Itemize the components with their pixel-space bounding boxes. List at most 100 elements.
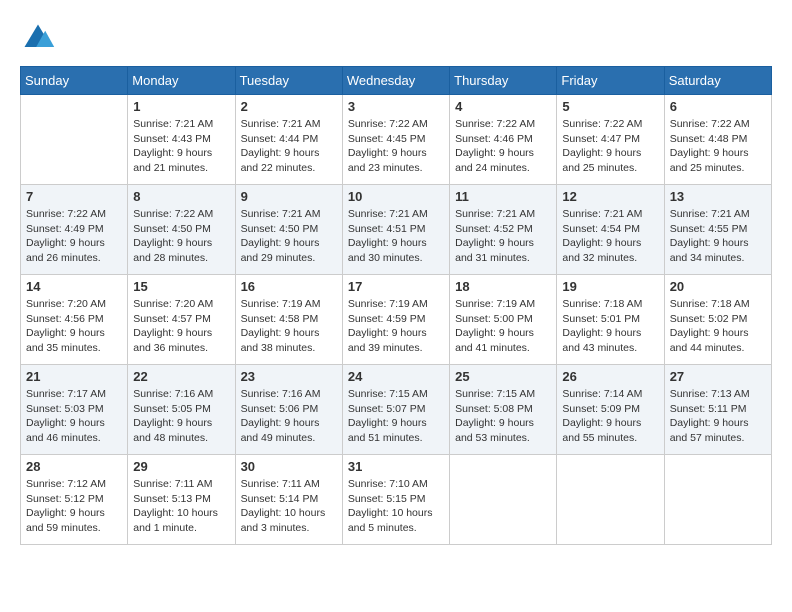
calendar-cell: 9Sunrise: 7:21 AMSunset: 4:50 PMDaylight… [235,185,342,275]
calendar-header-thursday: Thursday [450,67,557,95]
day-info: Sunrise: 7:22 AMSunset: 4:49 PMDaylight:… [26,207,122,266]
calendar-cell [557,455,664,545]
logo [20,20,62,56]
day-info: Sunrise: 7:15 AMSunset: 5:07 PMDaylight:… [348,387,444,446]
calendar-cell: 23 Sunrise: 7:16 AMSunset: 5:06 PMDayligh… [235,365,342,455]
day-number: 11 [455,189,551,204]
day-number: 31 [348,459,444,474]
calendar-cell: 25 Sunrise: 7:15 AMSunset: 5:08 PMDayligh… [450,365,557,455]
day-number: 8 [133,189,229,204]
day-info: Sunrise: 7:16 AMSunset: 5:06 PMDaylight:… [241,387,337,446]
calendar-header-row: SundayMondayTuesdayWednesdayThursdayFrid… [21,67,772,95]
calendar-cell: 7 Sunrise: 7:22 AMSunset: 4:49 PMDaylight… [21,185,128,275]
calendar-cell: 24 Sunrise: 7:15 AMSunset: 5:07 PMDayligh… [342,365,449,455]
calendar-cell: 20 Sunrise: 7:18 AMSunset: 5:02 PMDayligh… [664,275,771,365]
calendar-cell: 18 Sunrise: 7:19 AMSunset: 5:00 PMDayligh… [450,275,557,365]
day-number: 6 [670,99,766,114]
page-header [20,20,772,56]
day-number: 5 [562,99,658,114]
logo-icon [20,20,56,56]
day-info: Sunrise: 7:21 AMSunset: 4:54 PMDaylight:… [562,207,658,266]
day-number: 29 [133,459,229,474]
calendar-cell: 28 Sunrise: 7:12 AMSunset: 5:12 PMDayligh… [21,455,128,545]
calendar-cell: 12 Sunrise: 7:21 AMSunset: 4:54 PMDayligh… [557,185,664,275]
calendar-cell: 14Sunrise: 7:20 AMSunset: 4:56 PMDayligh… [21,275,128,365]
day-info: Sunrise: 7:19 AMSunset: 4:59 PMDaylight:… [348,297,444,356]
day-number: 15 [133,279,229,294]
day-number: 3 [348,99,444,114]
calendar-table: SundayMondayTuesdayWednesdayThursdayFrid… [20,66,772,545]
day-info: Sunrise: 7:16 AMSunset: 5:05 PMDaylight:… [133,387,229,446]
day-number: 26 [562,369,658,384]
day-info: Sunrise: 7:22 AMSunset: 4:45 PMDaylight:… [348,117,444,176]
calendar-header-tuesday: Tuesday [235,67,342,95]
calendar-cell: 5Sunrise: 7:22 AMSunset: 4:47 PMDaylight… [557,95,664,185]
day-number: 16 [241,279,337,294]
day-number: 10 [348,189,444,204]
calendar-cell: 26 Sunrise: 7:14 AMSunset: 5:09 PMDayligh… [557,365,664,455]
day-number: 1 [133,99,229,114]
calendar-cell: 2Sunrise: 7:21 AMSunset: 4:44 PMDaylight… [235,95,342,185]
day-number: 24 [348,369,444,384]
calendar-week-row: 28 Sunrise: 7:12 AMSunset: 5:12 PMDayligh… [21,455,772,545]
calendar-cell: 16 Sunrise: 7:19 AMSunset: 4:58 PMDayligh… [235,275,342,365]
day-info: Sunrise: 7:22 AMSunset: 4:48 PMDaylight:… [670,117,766,176]
day-info: Sunrise: 7:21 AMSunset: 4:52 PMDaylight:… [455,207,551,266]
calendar-header-saturday: Saturday [664,67,771,95]
day-info: Sunrise: 7:14 AMSunset: 5:09 PMDaylight:… [562,387,658,446]
day-info: Sunrise: 7:13 AMSunset: 5:11 PMDaylight:… [670,387,766,446]
day-number: 18 [455,279,551,294]
calendar-cell: 6 Sunrise: 7:22 AMSunset: 4:48 PMDaylight… [664,95,771,185]
day-info: Sunrise: 7:21 AMSunset: 4:55 PMDaylight:… [670,207,766,266]
day-number: 23 [241,369,337,384]
day-number: 25 [455,369,551,384]
calendar-cell [21,95,128,185]
day-info: Sunrise: 7:21 AMSunset: 4:50 PMDaylight:… [241,207,337,266]
day-info: Sunrise: 7:10 AMSunset: 5:15 PMDaylight:… [348,477,444,536]
day-number: 21 [26,369,122,384]
calendar-cell: 21Sunrise: 7:17 AMSunset: 5:03 PMDayligh… [21,365,128,455]
calendar-cell: 13 Sunrise: 7:21 AMSunset: 4:55 PMDayligh… [664,185,771,275]
calendar-header-monday: Monday [128,67,235,95]
day-number: 13 [670,189,766,204]
day-info: Sunrise: 7:20 AMSunset: 4:56 PMDaylight:… [26,297,122,356]
day-info: Sunrise: 7:12 AMSunset: 5:12 PMDaylight:… [26,477,122,536]
day-info: Sunrise: 7:18 AMSunset: 5:01 PMDaylight:… [562,297,658,356]
day-info: Sunrise: 7:21 AMSunset: 4:43 PMDaylight:… [133,117,229,176]
day-number: 30 [241,459,337,474]
calendar-cell: 1 Sunrise: 7:21 AMSunset: 4:43 PMDaylight… [128,95,235,185]
day-info: Sunrise: 7:19 AMSunset: 5:00 PMDaylight:… [455,297,551,356]
day-number: 12 [562,189,658,204]
day-info: Sunrise: 7:19 AMSunset: 4:58 PMDaylight:… [241,297,337,356]
calendar-header-friday: Friday [557,67,664,95]
calendar-week-row: 7 Sunrise: 7:22 AMSunset: 4:49 PMDaylight… [21,185,772,275]
day-info: Sunrise: 7:21 AMSunset: 4:51 PMDaylight:… [348,207,444,266]
calendar-cell [450,455,557,545]
calendar-cell: 10 Sunrise: 7:21 AMSunset: 4:51 PMDayligh… [342,185,449,275]
calendar-cell: 8Sunrise: 7:22 AMSunset: 4:50 PMDaylight… [128,185,235,275]
calendar-week-row: 21Sunrise: 7:17 AMSunset: 5:03 PMDayligh… [21,365,772,455]
day-info: Sunrise: 7:11 AMSunset: 5:14 PMDaylight:… [241,477,337,536]
calendar-cell: 3 Sunrise: 7:22 AMSunset: 4:45 PMDaylight… [342,95,449,185]
calendar-cell [664,455,771,545]
calendar-cell: 4 Sunrise: 7:22 AMSunset: 4:46 PMDaylight… [450,95,557,185]
day-info: Sunrise: 7:21 AMSunset: 4:44 PMDaylight:… [241,117,337,176]
calendar-cell: 11 Sunrise: 7:21 AMSunset: 4:52 PMDayligh… [450,185,557,275]
calendar-cell: 17 Sunrise: 7:19 AMSunset: 4:59 PMDayligh… [342,275,449,365]
day-number: 28 [26,459,122,474]
day-number: 17 [348,279,444,294]
day-number: 20 [670,279,766,294]
day-number: 19 [562,279,658,294]
calendar-cell: 19 Sunrise: 7:18 AMSunset: 5:01 PMDayligh… [557,275,664,365]
calendar-cell: 22Sunrise: 7:16 AMSunset: 5:05 PMDayligh… [128,365,235,455]
day-number: 4 [455,99,551,114]
day-info: Sunrise: 7:15 AMSunset: 5:08 PMDaylight:… [455,387,551,446]
day-number: 27 [670,369,766,384]
day-info: Sunrise: 7:22 AMSunset: 4:46 PMDaylight:… [455,117,551,176]
day-number: 7 [26,189,122,204]
day-info: Sunrise: 7:18 AMSunset: 5:02 PMDaylight:… [670,297,766,356]
day-info: Sunrise: 7:11 AMSunset: 5:13 PMDaylight:… [133,477,229,536]
calendar-cell: 15 Sunrise: 7:20 AMSunset: 4:57 PMDayligh… [128,275,235,365]
day-info: Sunrise: 7:20 AMSunset: 4:57 PMDaylight:… [133,297,229,356]
calendar-cell: 29 Sunrise: 7:11 AMSunset: 5:13 PMDayligh… [128,455,235,545]
